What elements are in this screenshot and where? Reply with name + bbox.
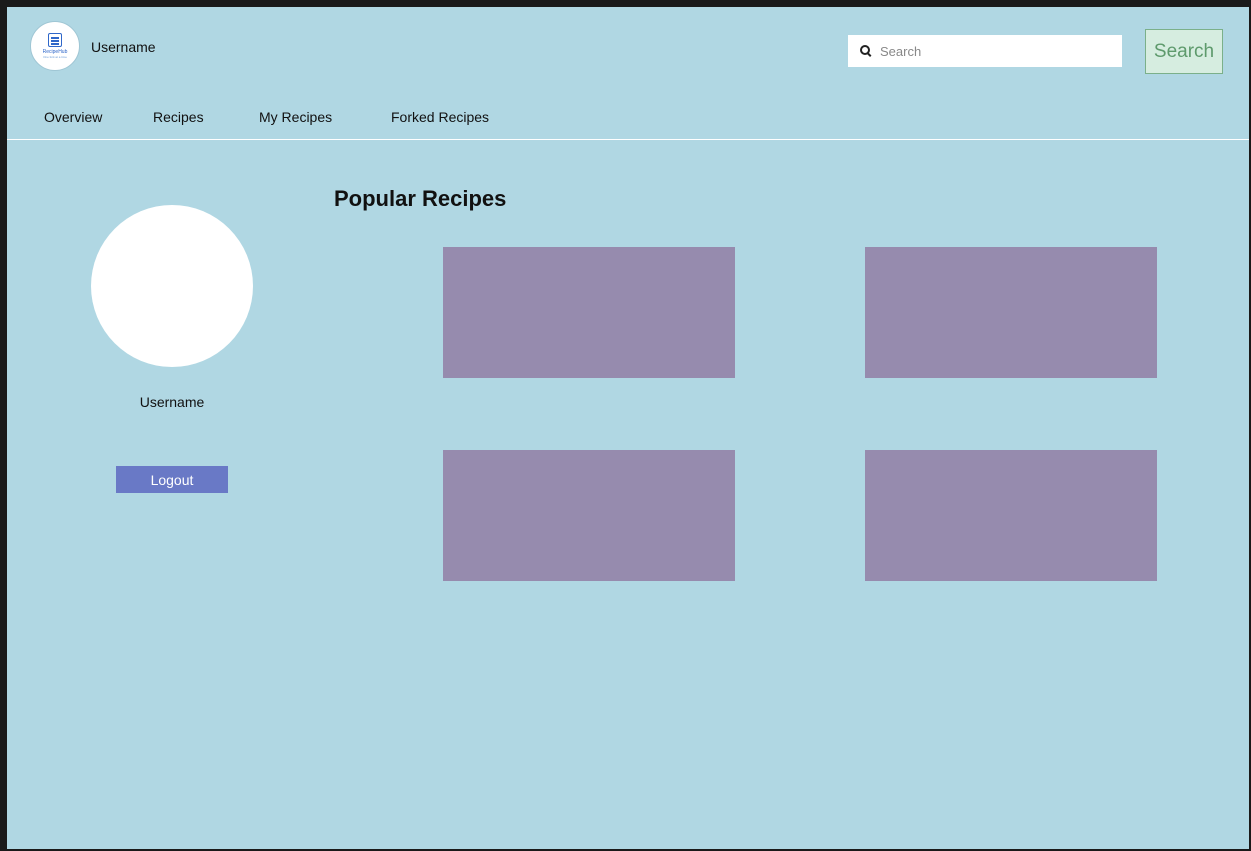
header-username: Username [91, 39, 156, 55]
profile-username: Username [139, 394, 205, 410]
logout-button[interactable]: Logout [116, 466, 228, 493]
app-frame: RecipeHub One fork at a time Username Se… [7, 7, 1249, 849]
recipehub-logo[interactable]: RecipeHub One fork at a time [30, 21, 80, 71]
search-icon [858, 44, 872, 58]
tab-overview[interactable]: Overview [44, 109, 102, 125]
nav-divider [7, 139, 1249, 140]
recipe-card[interactable] [865, 450, 1157, 581]
profile-avatar [91, 205, 253, 367]
search-box[interactable] [848, 35, 1122, 67]
popular-recipes-heading: Popular Recipes [334, 186, 507, 211]
recipe-card[interactable] [443, 247, 735, 378]
tab-recipes[interactable]: Recipes [153, 109, 204, 125]
search-button[interactable]: Search [1145, 29, 1223, 74]
tab-my-recipes[interactable]: My Recipes [259, 109, 332, 125]
search-input[interactable] [880, 43, 1120, 59]
logo-tagline: One fork at a time [43, 55, 67, 59]
tab-forked-recipes[interactable]: Forked Recipes [391, 109, 489, 125]
recipe-book-icon [48, 33, 62, 47]
recipe-card[interactable] [443, 450, 735, 581]
recipe-card[interactable] [865, 247, 1157, 378]
